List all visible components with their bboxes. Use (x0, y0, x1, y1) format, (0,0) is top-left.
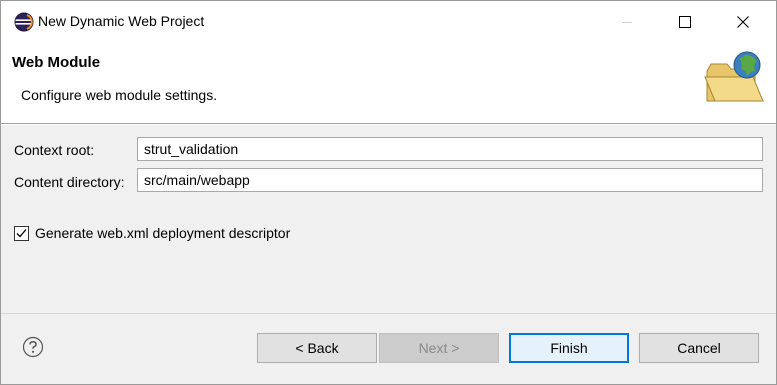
content-directory-label: Content directory: (14, 174, 125, 190)
minimize-icon (622, 22, 632, 23)
cancel-button[interactable]: Cancel (639, 333, 759, 363)
dialog-window: New Dynamic Web Project Web Module Confi… (0, 0, 777, 385)
generate-web-xml-checkbox[interactable] (14, 225, 29, 241)
page-title: Web Module (12, 54, 101, 71)
back-button[interactable]: < Back (257, 333, 377, 363)
window-title: New Dynamic Web Project (38, 13, 205, 29)
context-root-label: Context root: (14, 142, 95, 158)
finish-button[interactable]: Finish (509, 333, 629, 363)
generate-web-xml-label: Generate web.xml deployment descriptor (35, 225, 291, 241)
eclipse-app-icon (14, 12, 34, 32)
close-button[interactable] (720, 7, 766, 37)
minimize-button[interactable] (604, 7, 650, 37)
banner-separator-highlight (1, 124, 776, 125)
context-root-input[interactable] (137, 137, 763, 161)
next-button[interactable]: Next > (379, 333, 499, 363)
wizard-banner: Web Module Configure web module settings… (1, 43, 776, 123)
web-folder-globe-icon (704, 51, 764, 102)
maximize-button[interactable] (662, 7, 708, 37)
content-directory-input[interactable] (137, 168, 763, 192)
page-description: Configure web module settings. (21, 87, 218, 103)
generate-web-xml-option[interactable]: Generate web.xml deployment descriptor (14, 225, 290, 241)
help-icon[interactable] (22, 336, 44, 358)
maximize-icon (679, 16, 691, 28)
checkmark-icon (16, 228, 27, 237)
footer-separator (1, 313, 776, 314)
close-icon (737, 16, 749, 28)
title-bar[interactable]: New Dynamic Web Project (1, 1, 776, 43)
